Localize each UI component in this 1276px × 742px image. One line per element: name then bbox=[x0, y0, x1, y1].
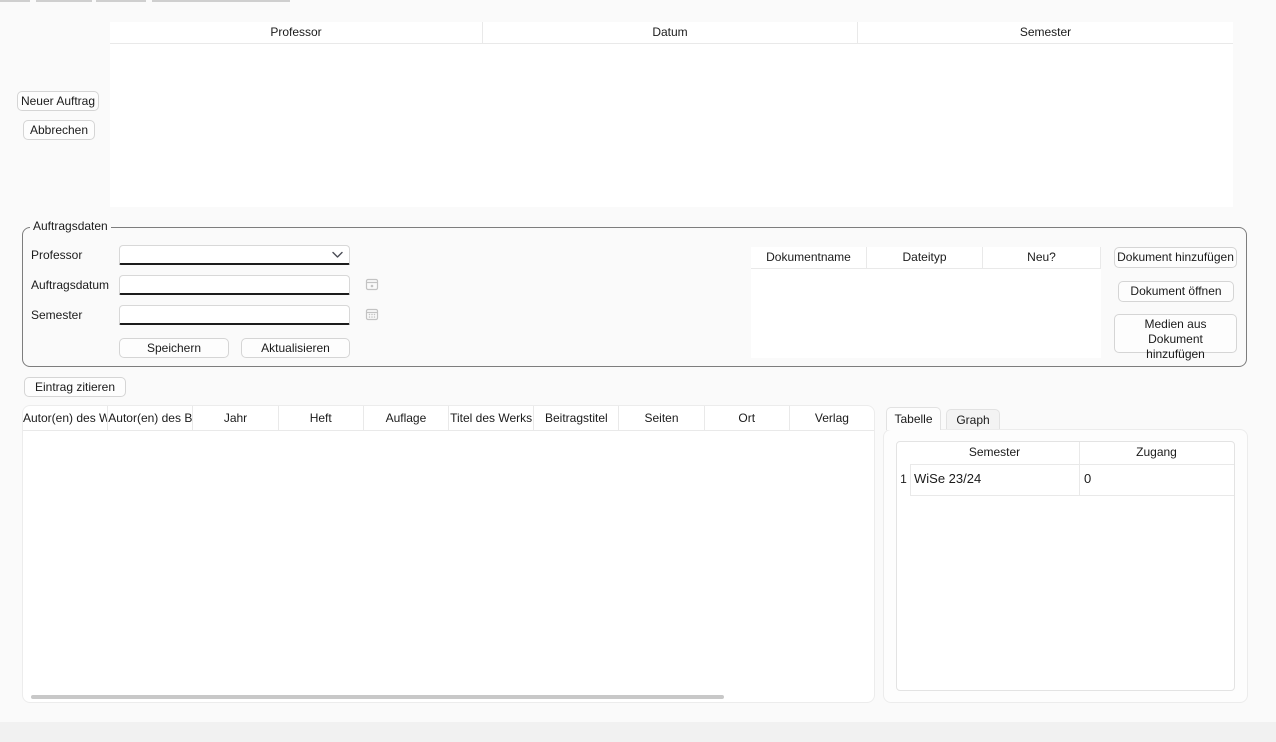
semester-label: Semester bbox=[31, 308, 82, 322]
semester-input[interactable] bbox=[119, 305, 350, 325]
entries-table-body[interactable] bbox=[23, 431, 874, 686]
entries-panel: Autor(en) des W Autor(en) des B Jahr Hef… bbox=[22, 405, 875, 703]
entries-col-jahr[interactable]: Jahr bbox=[193, 406, 278, 430]
tab-tabelle[interactable]: Tabelle bbox=[886, 407, 941, 430]
app-window: Professor Datum Semester Neuer Auftrag A… bbox=[0, 0, 1276, 742]
horizontal-scrollbar[interactable] bbox=[31, 695, 724, 699]
cite-entry-button[interactable]: Eintrag zitieren bbox=[24, 377, 126, 397]
window-top-edge-segment bbox=[0, 0, 30, 2]
tab-graph[interactable]: Graph bbox=[946, 409, 1000, 430]
window-top-edge-segment bbox=[36, 0, 92, 2]
window-top-edge-segment bbox=[96, 0, 146, 2]
row-number: 1 bbox=[897, 464, 910, 495]
entries-col-autor-werk[interactable]: Autor(en) des W bbox=[23, 406, 108, 430]
new-order-button[interactable]: Neuer Auftrag bbox=[17, 91, 99, 111]
row-separator bbox=[910, 495, 1234, 496]
entries-col-auflage[interactable]: Auflage bbox=[364, 406, 449, 430]
order-form-groupbox: Auftragsdaten Professor Auftragsdatum Se… bbox=[22, 227, 1247, 367]
order-date-input[interactable] bbox=[119, 275, 350, 295]
entries-col-ort[interactable]: Ort bbox=[705, 406, 790, 430]
orders-col-semester[interactable]: Semester bbox=[858, 22, 1233, 43]
entries-col-autor-beitrag[interactable]: Autor(en) des B bbox=[108, 406, 193, 430]
window-top-edge-segment bbox=[152, 0, 290, 2]
stats-panel: Semester Zugang 1 WiSe 23/24 0 bbox=[883, 429, 1248, 703]
professor-combobox[interactable] bbox=[119, 245, 350, 265]
stats-cell-semester[interactable]: WiSe 23/24 bbox=[910, 464, 1079, 495]
order-date-label: Auftragsdatum bbox=[31, 278, 109, 292]
open-document-button[interactable]: Dokument öffnen bbox=[1118, 281, 1234, 302]
entries-col-beitragstitel[interactable]: Beitragstitel bbox=[534, 406, 619, 430]
doc-col-neu[interactable]: Neu? bbox=[983, 247, 1101, 268]
groupbox-legend: Auftragsdaten bbox=[30, 219, 111, 233]
orders-table-header: Professor Datum Semester bbox=[110, 22, 1233, 44]
entries-col-verlag[interactable]: Verlag bbox=[790, 406, 874, 430]
orders-col-datum[interactable]: Datum bbox=[483, 22, 858, 43]
entries-col-titel-des-werks[interactable]: Titel des Werks bbox=[449, 406, 534, 430]
entries-table-header: Autor(en) des W Autor(en) des B Jahr Hef… bbox=[23, 406, 874, 431]
documents-table-body[interactable] bbox=[751, 269, 1101, 357]
doc-col-dokumentname[interactable]: Dokumentname bbox=[751, 247, 867, 268]
semester-stats-table: Semester Zugang 1 WiSe 23/24 0 bbox=[896, 441, 1235, 691]
doc-col-dateityp[interactable]: Dateityp bbox=[867, 247, 983, 268]
stats-col-zugang[interactable]: Zugang bbox=[1079, 442, 1234, 464]
cancel-button[interactable]: Abbrechen bbox=[23, 120, 95, 140]
calendar-grid-icon[interactable] bbox=[365, 307, 379, 321]
add-media-from-document-button[interactable]: Medien aus Dokument hinzufügen bbox=[1114, 314, 1237, 353]
stats-cell-zugang[interactable]: 0 bbox=[1079, 464, 1234, 495]
add-document-button[interactable]: Dokument hinzufügen bbox=[1114, 247, 1237, 268]
stats-col-semester[interactable]: Semester bbox=[910, 442, 1079, 464]
orders-table-body[interactable] bbox=[110, 44, 1233, 206]
entries-col-heft[interactable]: Heft bbox=[279, 406, 364, 430]
calendar-date-icon[interactable] bbox=[365, 277, 379, 291]
documents-table-header: Dokumentname Dateityp Neu? bbox=[751, 247, 1101, 269]
entries-col-seiten[interactable]: Seiten bbox=[619, 406, 704, 430]
save-button[interactable]: Speichern bbox=[119, 338, 229, 358]
orders-col-professor[interactable]: Professor bbox=[110, 22, 483, 43]
refresh-button[interactable]: Aktualisieren bbox=[241, 338, 350, 358]
orders-table: Professor Datum Semester bbox=[110, 22, 1233, 207]
bottom-strip bbox=[0, 722, 1276, 742]
documents-table: Dokumentname Dateityp Neu? bbox=[751, 247, 1101, 358]
professor-label: Professor bbox=[31, 248, 82, 262]
